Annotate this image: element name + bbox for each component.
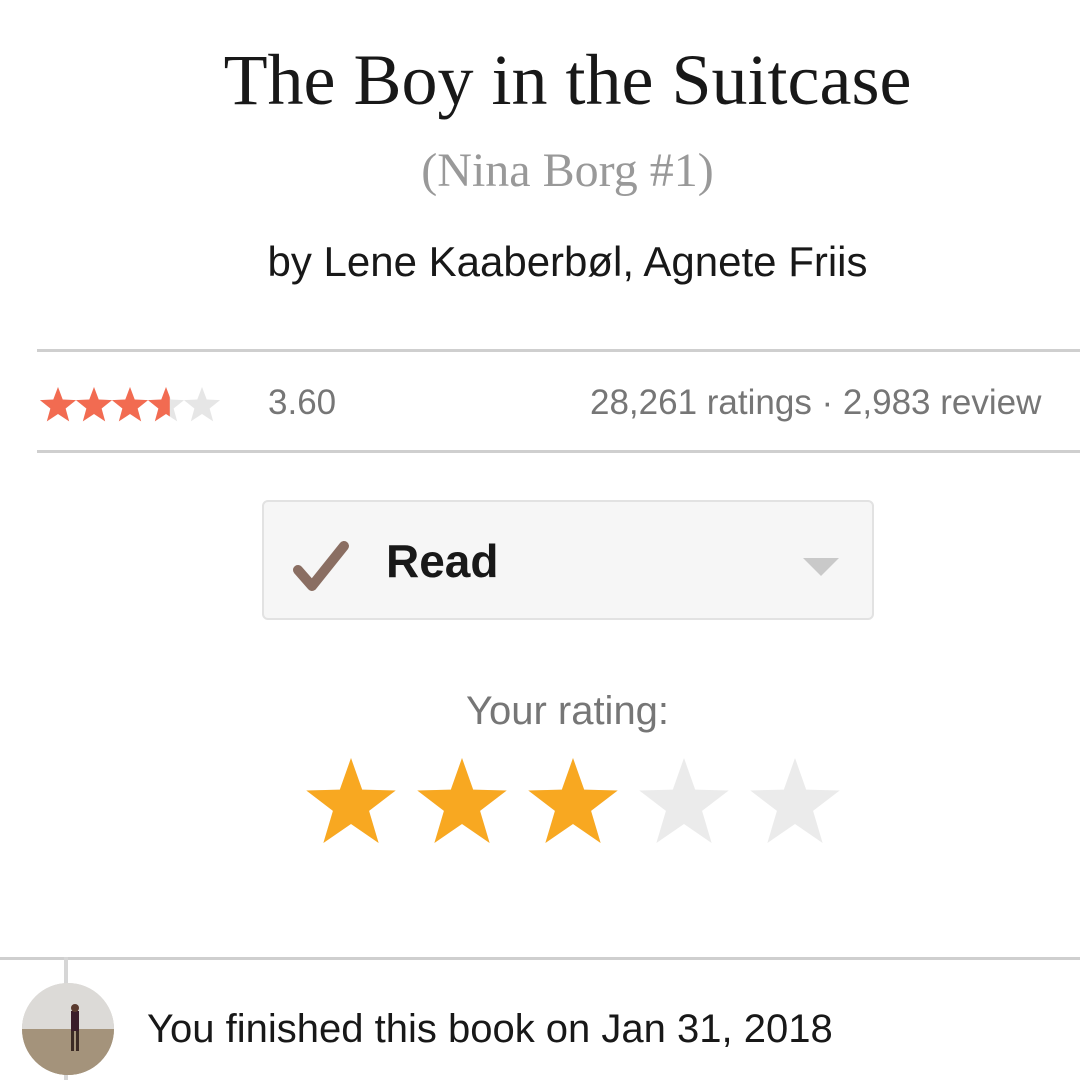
your-rating-stars[interactable]	[303, 755, 843, 851]
divider-bottom	[0, 957, 1080, 960]
shelf-status-button[interactable]: Read	[262, 500, 874, 620]
your-rating-star-2[interactable]	[417, 758, 507, 844]
your-rating-star-4[interactable]	[639, 758, 729, 844]
average-rating-star-5	[183, 387, 221, 422]
checkmark-icon	[293, 541, 349, 591]
book-authors[interactable]: by Lene Kaaberbøl, Agnete Friis	[0, 236, 1080, 288]
divider-top	[37, 349, 1080, 352]
activity-text: You finished this book on Jan 31, 2018	[147, 1007, 833, 1051]
your-rating-label: Your rating:	[465, 689, 670, 733]
your-rating-star-3[interactable]	[528, 758, 618, 844]
book-series[interactable]: (Nina Borg #1)	[0, 140, 1080, 202]
average-rating-stars	[39, 387, 221, 422]
caret-down-icon[interactable]	[801, 556, 841, 578]
average-rating-value: 3.60	[268, 383, 337, 422]
user-avatar[interactable]	[22, 983, 114, 1075]
your-rating-star-1[interactable]	[306, 758, 396, 844]
ratings-reviews-count[interactable]: 28,261 ratings · 2,983 review	[590, 380, 1041, 426]
average-rating-star-2	[75, 387, 113, 422]
average-rating-star-3	[111, 387, 149, 422]
book-title: The Boy in the Suitcase	[223, 40, 912, 120]
your-rating-star-5[interactable]	[750, 758, 840, 844]
average-rating-star-1	[39, 387, 77, 422]
divider-middle	[37, 450, 1080, 453]
shelf-status-label: Read	[386, 535, 499, 587]
average-rating-star-4	[147, 387, 185, 422]
